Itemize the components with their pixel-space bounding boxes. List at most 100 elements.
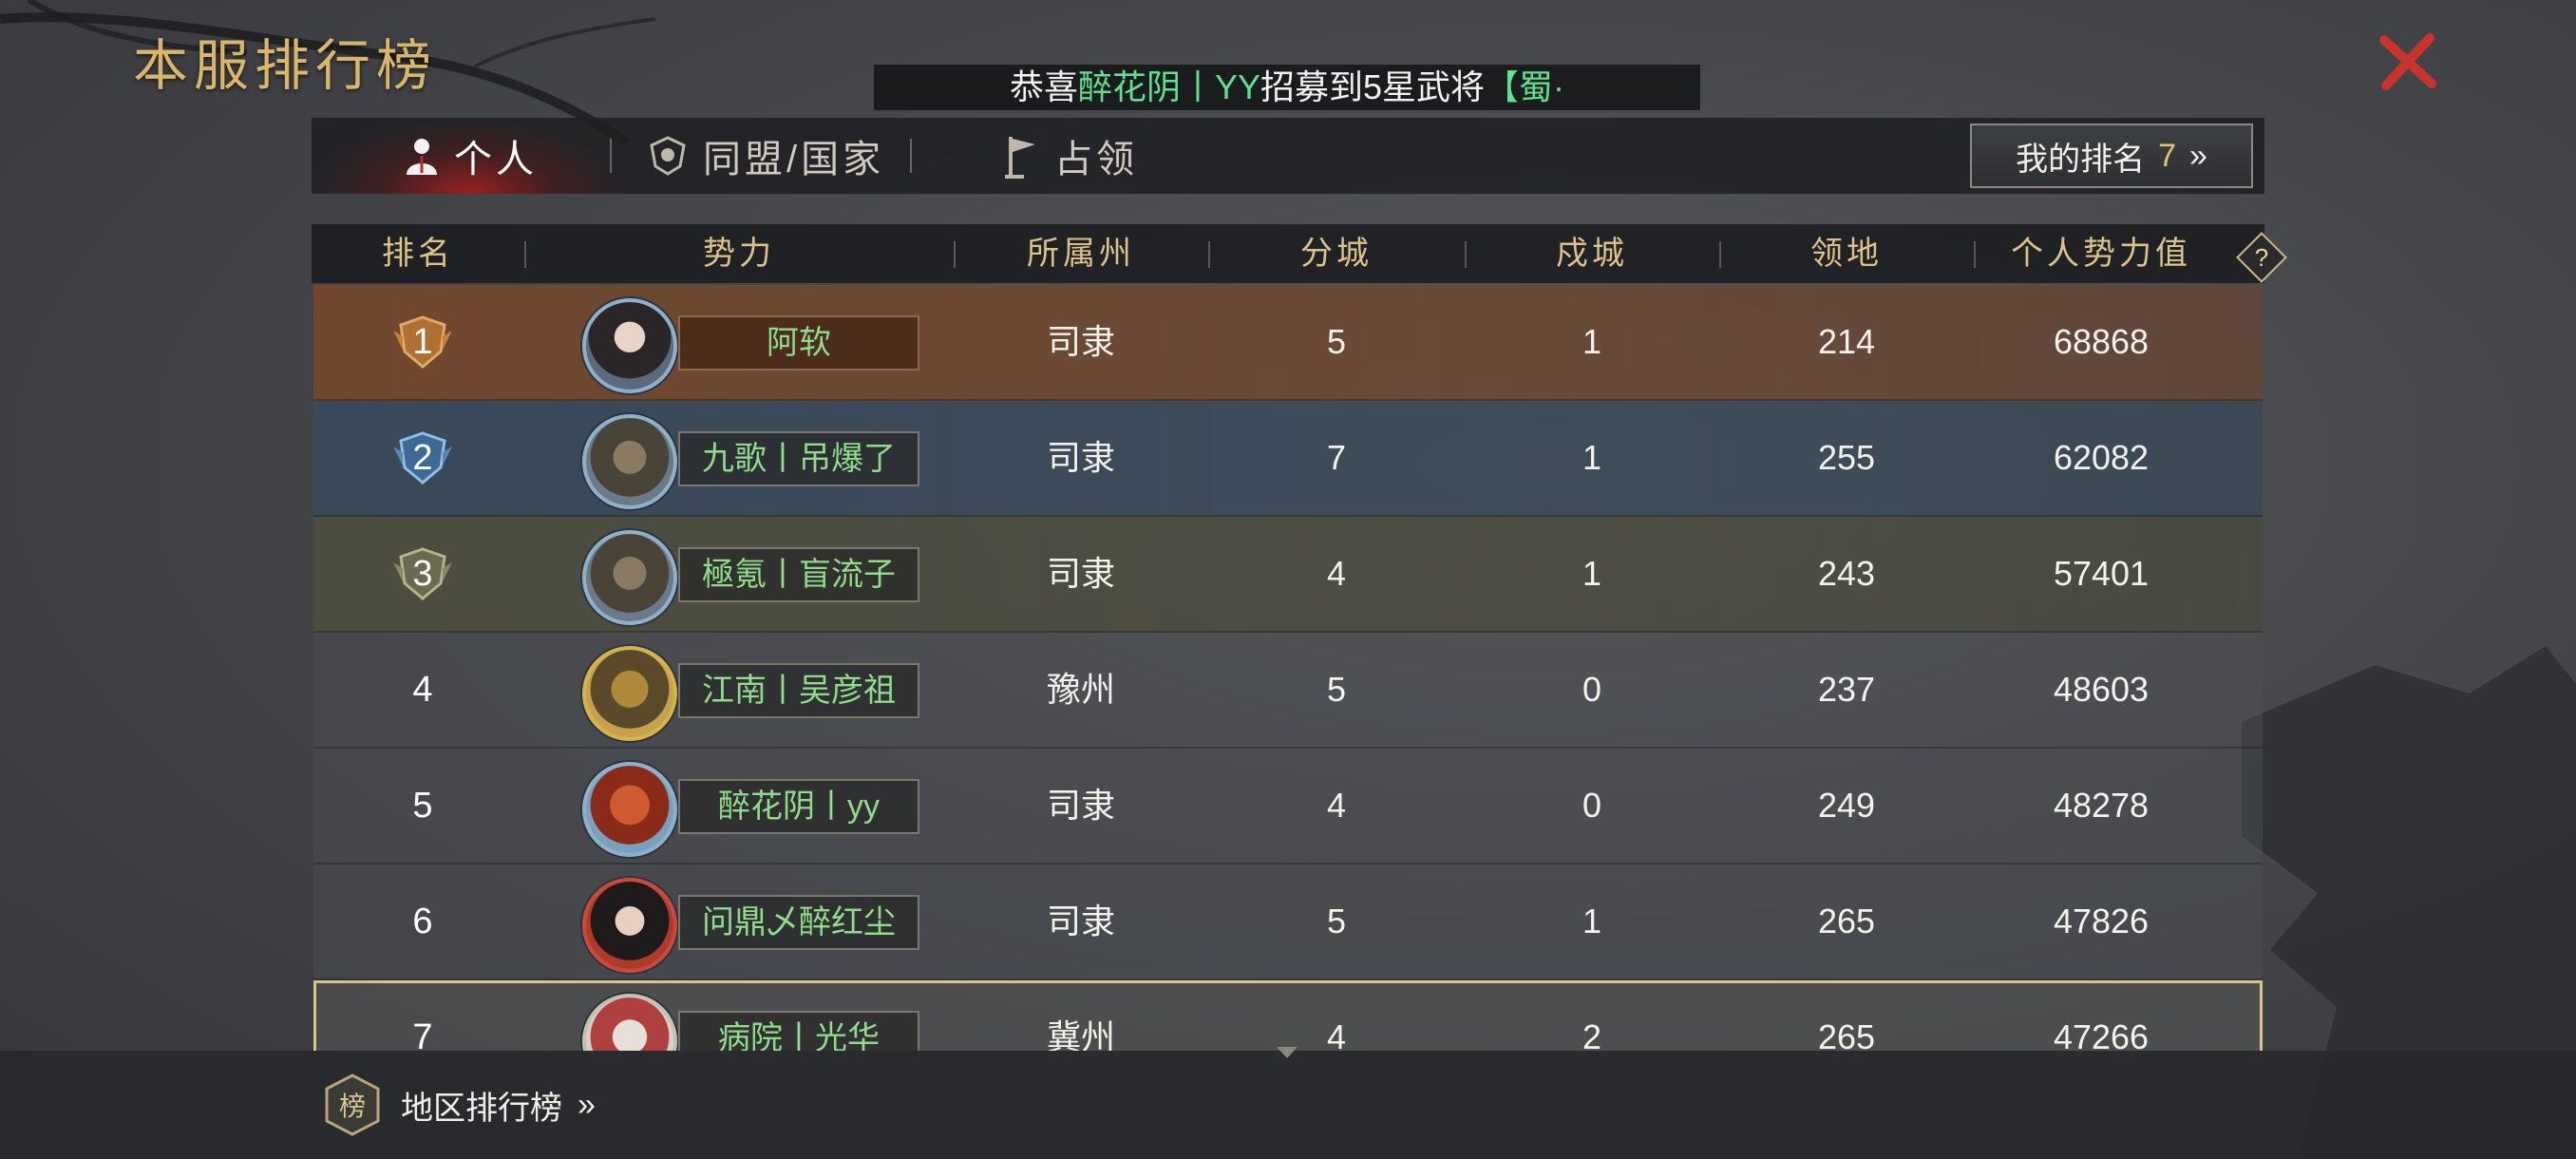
tab-divider: [910, 139, 912, 173]
my-rank-label: 我的排名: [2016, 141, 2146, 178]
power-cell: 57401: [2053, 554, 2150, 593]
announcement-ticker: 恭喜醉花阴丨YY招募到5星武将【蜀·: [874, 65, 1700, 110]
player-name: 江南丨吴彦祖: [678, 663, 919, 718]
power-cell: 48603: [2053, 670, 2150, 709]
ranking-badge-icon: 榜: [325, 1074, 380, 1136]
avatar: [582, 530, 677, 625]
rank-number: 2: [412, 438, 433, 478]
player-name: 阿软: [678, 315, 919, 370]
power-cell: 47826: [2053, 902, 2150, 940]
territory-cell: 249: [1817, 786, 1876, 825]
territory-cell: 214: [1817, 322, 1876, 361]
avatar: [582, 646, 677, 741]
ticker-middle: 招募到5星武将: [1260, 67, 1486, 106]
tab-bar: 个人 同盟/国家 占领 我的排名 7 »: [312, 118, 2264, 194]
table-row[interactable]: 2 九歌丨吊爆了 司隶 7 1 255 62082: [313, 401, 2263, 517]
player-name: 九歌丨吊爆了: [678, 431, 919, 486]
region-ranking-link[interactable]: 榜 地区排行榜 »: [319, 1072, 596, 1138]
col-state: 所属州: [1027, 236, 1135, 272]
table-row[interactable]: 4 江南丨吴彦祖 豫州 5 0 237 48603: [313, 633, 2263, 749]
rank-number: 6: [412, 902, 433, 941]
table-row[interactable]: 5 醉花阴丨yy 司隶 4 0 249 48278: [313, 749, 2263, 864]
rank-number: 1: [412, 322, 433, 362]
sub-cities-cell: 4: [1326, 786, 1347, 825]
power-cell: 62082: [2053, 438, 2150, 477]
table-row[interactable]: 6 问鼎乄醉红尘 司隶 5 1 265 47826: [313, 864, 2263, 980]
ranking-table: 1 阿软 司隶 5 1 214 68868 2 九歌丨吊爆了 司隶 7 1 25…: [313, 285, 2263, 1051]
garrison-cell: 0: [1582, 786, 1602, 825]
sub-cities-cell: 4: [1326, 1017, 1347, 1051]
tab-personal[interactable]: 个人: [403, 118, 538, 194]
sub-cities-cell: 5: [1326, 670, 1347, 709]
avatar: [582, 414, 677, 509]
alliance-crest-icon: [650, 136, 686, 176]
tab-personal-label: 个人: [454, 139, 538, 180]
state-cell: 司隶: [1046, 322, 1115, 361]
sub-cities-cell: 7: [1326, 438, 1347, 477]
player-name: 極氪丨盲流子: [678, 547, 919, 602]
ticker-prefix: 恭喜: [1009, 67, 1078, 106]
state-cell: 司隶: [1046, 554, 1115, 593]
tab-alliance-nation[interactable]: 同盟/国家: [646, 118, 884, 194]
col-garrison: 戍城: [1556, 236, 1628, 272]
table-row[interactable]: 3 極氪丨盲流子 司隶 4 1 243 57401: [313, 517, 2263, 633]
power-cell: 47266: [2053, 1017, 2150, 1051]
my-rank-value: 7: [2158, 137, 2176, 174]
state-cell: 豫州: [1046, 670, 1115, 709]
power-cell: 48278: [2053, 786, 2150, 825]
flag-icon: [1005, 137, 1035, 179]
territory-cell: 237: [1817, 670, 1876, 709]
tab-occupation[interactable]: 占领: [1003, 118, 1138, 194]
territory-cell: 265: [1817, 1017, 1876, 1051]
avatar: [582, 298, 677, 393]
garrison-cell: 1: [1582, 322, 1602, 361]
tab-occupation-label: 占领: [1054, 139, 1138, 180]
person-icon: [407, 139, 437, 175]
tab-divider: [610, 139, 612, 173]
chevron-right-double-icon: »: [2189, 137, 2207, 174]
ticker-suffix: 【蜀·: [1485, 67, 1565, 106]
garrison-cell: 2: [1582, 1017, 1602, 1051]
state-cell: 冀州: [1046, 1017, 1115, 1051]
table-row-self[interactable]: 7 病院丨光华 冀州 4 2 265 47266: [313, 980, 2263, 1051]
territory-cell: 255: [1817, 438, 1876, 477]
close-icon[interactable]: [2375, 28, 2441, 95]
territory-cell: 243: [1817, 554, 1876, 593]
chevron-right-double-icon: »: [578, 1086, 596, 1123]
garrison-cell: 1: [1582, 902, 1602, 940]
ranking-badge-char: 榜: [339, 1091, 366, 1122]
state-cell: 司隶: [1046, 786, 1115, 825]
avatar: [582, 994, 677, 1051]
col-faction: 势力: [703, 236, 775, 272]
state-cell: 司隶: [1046, 902, 1115, 940]
bottom-bar: 榜 地区排行榜 »: [0, 1051, 2576, 1159]
avatar: [582, 762, 677, 857]
page-title: 本服排行榜: [133, 33, 438, 98]
ticker-player: 醉花阴丨YY: [1077, 67, 1260, 106]
garrison-cell: 0: [1582, 670, 1602, 709]
tab-alliance-nation-label: 同盟/国家: [703, 139, 885, 180]
state-cell: 司隶: [1046, 438, 1115, 477]
rank-number: 7: [412, 1017, 433, 1051]
question-icon: ?: [2254, 243, 2269, 272]
player-name: 病院丨光华: [678, 1011, 919, 1051]
sub-cities-cell: 5: [1326, 322, 1347, 361]
my-rank-button[interactable]: 我的排名 7 »: [1970, 124, 2253, 188]
table-row[interactable]: 1 阿软 司隶 5 1 214 68868: [313, 285, 2263, 401]
col-rank: 排名: [382, 236, 454, 272]
col-power: 个人势力值: [2011, 236, 2191, 272]
rank-number: 5: [412, 786, 433, 826]
sub-cities-cell: 5: [1326, 902, 1347, 940]
garrison-cell: 1: [1582, 554, 1602, 593]
garrison-cell: 1: [1582, 438, 1602, 477]
territory-cell: 265: [1817, 902, 1876, 940]
scroll-down-indicator-icon: [1277, 1047, 1297, 1058]
table-header: 排名 势力 所属州 分城 戍城 领地 个人势力值: [312, 224, 2264, 283]
col-sub-cities: 分城: [1300, 236, 1373, 272]
rank-number: 3: [412, 554, 433, 594]
player-name: 醉花阴丨yy: [678, 779, 919, 834]
col-territory: 领地: [1810, 236, 1883, 272]
region-ranking-label: 地区排行榜: [401, 1090, 562, 1127]
player-name: 问鼎乄醉红尘: [678, 895, 919, 950]
power-cell: 68868: [2053, 322, 2150, 361]
